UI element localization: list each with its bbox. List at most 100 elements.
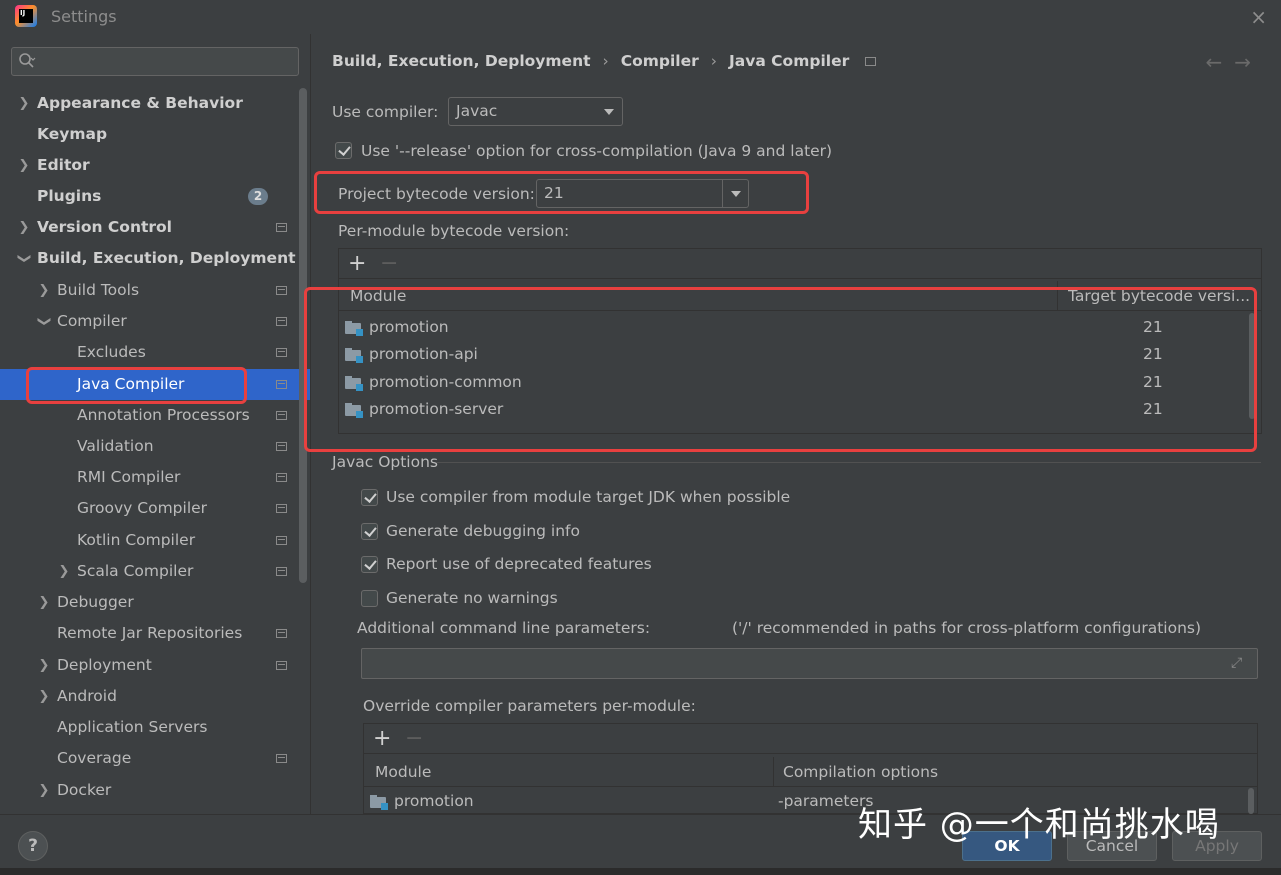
project-bytecode-value: 21	[544, 184, 564, 202]
module-icon	[345, 403, 363, 418]
deprecated-features-checkbox[interactable]	[361, 556, 378, 573]
sidebar-item-remote-jar-repositories[interactable]: Remote Jar Repositories	[0, 618, 300, 649]
debugging-info-checkbox[interactable]	[361, 523, 378, 540]
table-toolbar: + −	[364, 724, 1257, 754]
override-params-label: Override compiler parameters per-module:	[363, 697, 696, 715]
use-module-jdk-checkbox[interactable]	[361, 489, 378, 506]
column-header-compilation-options[interactable]: Compilation options	[783, 757, 938, 787]
sidebar-item-kotlin-compiler[interactable]: Kotlin Compiler	[0, 525, 300, 556]
project-level-icon	[276, 286, 287, 295]
add-icon[interactable]: +	[373, 726, 391, 751]
target-version: 21	[1143, 373, 1163, 391]
chevron-right-icon[interactable]: ❯	[58, 556, 70, 587]
no-warnings-checkbox[interactable]	[361, 590, 378, 607]
release-option-checkbox[interactable]	[335, 142, 352, 159]
sidebar-item-validation[interactable]: Validation	[0, 431, 300, 462]
sidebar-item-java-compiler[interactable]: Java Compiler	[0, 369, 310, 400]
sidebar-item-rmi-compiler[interactable]: RMI Compiler	[0, 462, 300, 493]
table-scrollbar[interactable]	[1248, 788, 1254, 814]
javac-options-title: Javac Options	[332, 453, 438, 471]
breadcrumb-item[interactable]: Build, Execution, Deployment	[332, 52, 591, 70]
project-level-icon	[276, 442, 287, 451]
project-level-icon	[276, 504, 287, 513]
sidebar-item-groovy-compiler[interactable]: Groovy Compiler	[0, 493, 300, 524]
title-bar: IJ Settings ×	[0, 0, 1281, 34]
sidebar-item-compiler[interactable]: ❯ Compiler	[0, 306, 300, 337]
project-level-icon	[276, 661, 287, 670]
table-row[interactable]: promotion-server 21	[339, 396, 1261, 423]
module-icon	[345, 348, 363, 363]
sidebar-item-debugger[interactable]: ❯ Debugger	[0, 587, 300, 618]
project-level-icon	[276, 223, 287, 232]
module-name: promotion	[369, 318, 449, 336]
chevron-down-icon	[596, 98, 622, 125]
section-divider	[436, 462, 1261, 463]
chevron-right-icon[interactable]: ❯	[18, 88, 30, 119]
sidebar-item-excludes[interactable]: Excludes	[0, 337, 300, 368]
breadcrumb-separator: ›	[710, 52, 717, 70]
chevron-right-icon[interactable]: ❯	[38, 587, 50, 618]
module-name: promotion-server	[369, 400, 504, 418]
chevron-right-icon[interactable]: ❯	[18, 212, 30, 243]
chevron-right-icon[interactable]: ❯	[18, 150, 30, 181]
chevron-down-icon	[722, 180, 748, 207]
chevron-down-icon[interactable]: ❯	[9, 253, 40, 265]
use-compiler-select[interactable]: Javac	[448, 97, 623, 126]
breadcrumb-item: Java Compiler	[728, 52, 850, 70]
project-level-icon	[276, 380, 287, 389]
table-row[interactable]: promotion-common 21	[339, 369, 1261, 396]
column-divider	[1057, 281, 1058, 311]
column-divider	[773, 757, 774, 787]
close-icon[interactable]: ×	[1250, 5, 1267, 29]
chevron-right-icon[interactable]: ❯	[38, 650, 50, 681]
column-header-target[interactable]: Target bytecode versi...	[1068, 281, 1253, 311]
project-level-icon	[865, 57, 877, 66]
sidebar-item-keymap[interactable]: Keymap	[0, 119, 300, 150]
table-row[interactable]: promotion-api 21	[339, 341, 1261, 368]
sidebar-item-application-servers[interactable]: Application Servers	[0, 712, 300, 743]
sidebar-item-editor[interactable]: ❯ Editor	[0, 150, 300, 181]
column-header-module[interactable]: Module	[375, 757, 431, 787]
sidebar-item-coverage[interactable]: Coverage	[0, 743, 300, 774]
zhihu-watermark: 知乎 @一个和尚挑水喝	[858, 805, 1220, 845]
use-module-jdk-label: Use compiler from module target JDK when…	[386, 488, 791, 506]
chevron-down-icon[interactable]: ❯	[29, 316, 60, 328]
project-level-icon	[276, 348, 287, 357]
project-level-icon	[276, 317, 287, 326]
table-row[interactable]: promotion 21	[339, 314, 1261, 341]
sidebar-scrollbar[interactable]	[299, 88, 307, 583]
table-header: Module Compilation options	[364, 757, 1257, 787]
breadcrumb: Build, Execution, Deployment › Compiler › Ja…	[332, 52, 877, 70]
project-bytecode-select[interactable]: 21	[536, 179, 749, 208]
help-button[interactable]: ?	[18, 831, 48, 861]
remove-icon[interactable]: −	[405, 726, 423, 751]
table-scrollbar[interactable]	[1249, 313, 1255, 419]
column-header-module[interactable]: Module	[350, 281, 406, 311]
breadcrumb-item[interactable]: Compiler	[621, 52, 699, 70]
sidebar-item-build-execution-deployment[interactable]: ❯ Build, Execution, Deployment	[0, 243, 300, 274]
expand-icon[interactable]: ⤢	[1231, 655, 1247, 671]
target-version: 21	[1143, 345, 1163, 363]
sidebar-item-annotation-processors[interactable]: Annotation Processors	[0, 400, 300, 431]
sidebar-item-appearance[interactable]: ❯ Appearance & Behavior	[0, 88, 300, 119]
search-input[interactable]	[11, 47, 299, 76]
chevron-right-icon[interactable]: ❯	[38, 275, 50, 306]
sidebar-item-android[interactable]: ❯ Android	[0, 681, 300, 712]
chevron-right-icon[interactable]: ❯	[38, 681, 50, 712]
additional-params-input[interactable]: ⤢	[361, 648, 1258, 679]
forward-arrow-icon[interactable]: →	[1234, 50, 1263, 74]
sidebar-item-version-control[interactable]: ❯ Version Control	[0, 212, 300, 243]
project-level-icon	[276, 629, 287, 638]
sidebar-item-plugins[interactable]: Plugins 2	[0, 181, 300, 212]
sidebar-item-docker[interactable]: ❯ Docker	[0, 775, 300, 806]
remove-icon[interactable]: −	[380, 251, 398, 276]
sidebar-item-build-tools[interactable]: ❯ Build Tools	[0, 275, 300, 306]
sidebar-item-scala-compiler[interactable]: ❯ Scala Compiler	[0, 556, 300, 587]
deprecated-features-label: Report use of deprecated features	[386, 555, 652, 573]
module-icon	[345, 376, 363, 391]
add-icon[interactable]: +	[348, 251, 366, 276]
back-arrow-icon[interactable]: ←	[1205, 50, 1234, 74]
no-warnings-label: Generate no warnings	[386, 589, 558, 607]
sidebar-item-deployment[interactable]: ❯ Deployment	[0, 650, 300, 681]
chevron-right-icon[interactable]: ❯	[38, 775, 50, 806]
